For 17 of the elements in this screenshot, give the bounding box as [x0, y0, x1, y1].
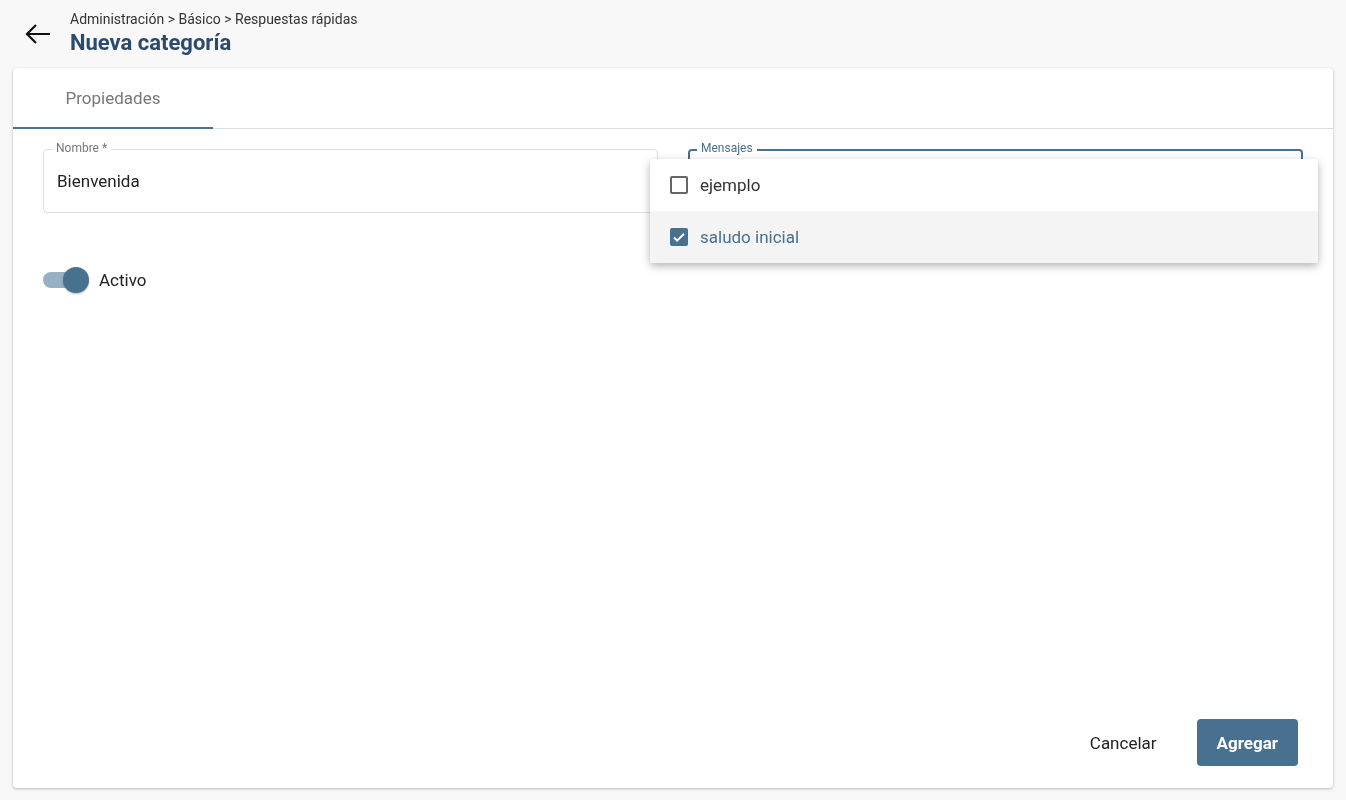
option-label: ejemplo [700, 175, 761, 195]
toggle-label: Activo [99, 270, 147, 290]
checkbox[interactable] [670, 228, 688, 246]
option-label: saludo inicial [700, 227, 800, 247]
back-arrow-icon[interactable] [24, 22, 52, 46]
menu-option[interactable]: saludo inicial [650, 211, 1318, 263]
add-button[interactable]: Agregar [1196, 719, 1298, 766]
field-label: Mensajes [697, 141, 757, 155]
checkbox[interactable] [670, 176, 688, 194]
tab[interactable]: Propiedades [13, 68, 213, 129]
breadcrumb: Administración > Básico > Respuestas rápidas [70, 10, 358, 28]
field-label: Nombre * [52, 141, 112, 155]
toggle-switch[interactable] [43, 267, 89, 293]
page-title: Nueva categoría [70, 29, 233, 57]
cancel-button[interactable]: Cancelar [1069, 719, 1177, 766]
field-value: Bienvenida [57, 171, 140, 191]
checkmark-icon [672, 230, 686, 244]
